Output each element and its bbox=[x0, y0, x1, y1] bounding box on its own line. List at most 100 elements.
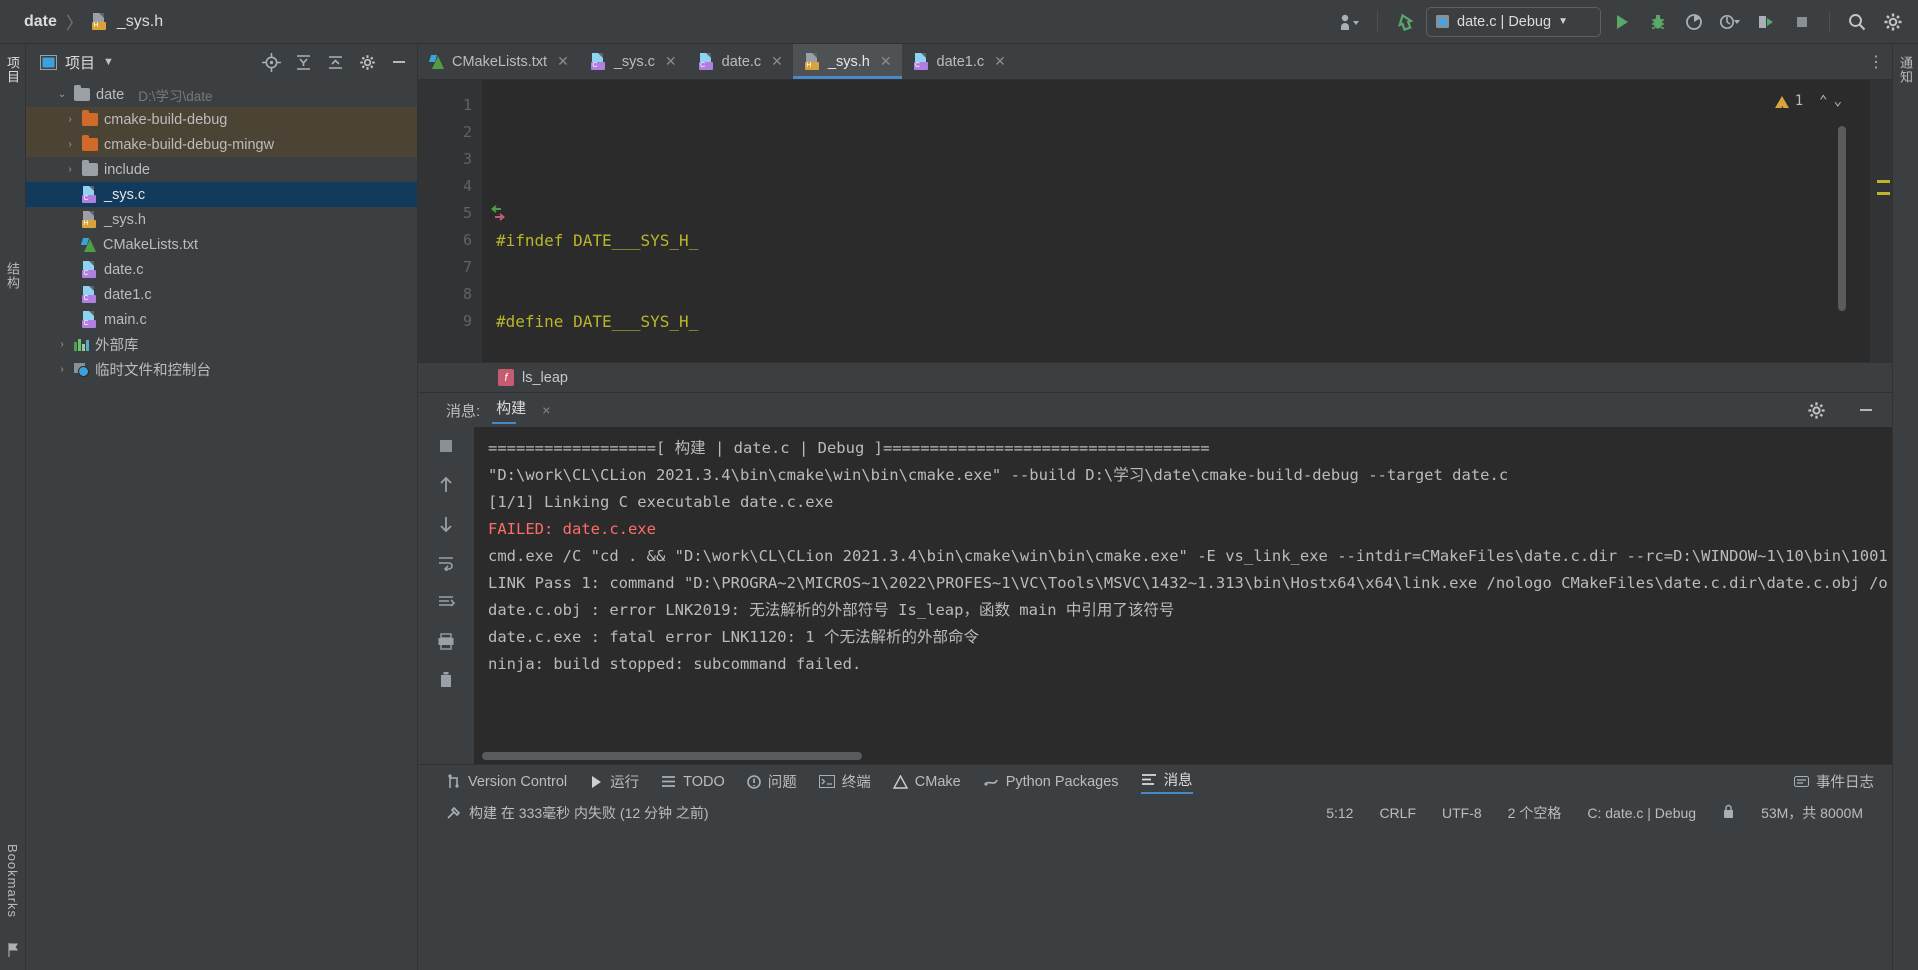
tree-row-cmake-build-debug[interactable]: › cmake-build-debug bbox=[26, 107, 417, 132]
run-icon[interactable] bbox=[1607, 7, 1637, 37]
close-icon[interactable]: ✕ bbox=[771, 53, 783, 70]
attach-process-icon[interactable] bbox=[1751, 7, 1781, 37]
tool-button-python-packages[interactable]: Python Packages bbox=[983, 774, 1119, 790]
tree-row-sys-c[interactable]: C _sys.c bbox=[26, 182, 417, 207]
code-editor[interactable]: 1 2 3 4 5 6 7 8 9 #ifndef DATE___SYS_H_ … bbox=[418, 80, 1892, 362]
caret-position[interactable]: 5:12 bbox=[1313, 805, 1366, 821]
tree-row-date[interactable]: ⌄ date D:\学习\date bbox=[26, 82, 417, 107]
tab-date-c[interactable]: C date.c ✕ bbox=[687, 44, 793, 79]
sidebar-item-project[interactable]: 项目 bbox=[3, 52, 22, 88]
branch-indicator[interactable]: C: date.c | Debug bbox=[1574, 805, 1709, 821]
memory-indicator[interactable]: 53M，共 8000M bbox=[1748, 803, 1876, 823]
tool-button-version-control[interactable]: Version Control bbox=[446, 774, 567, 790]
scroll-to-end-icon[interactable] bbox=[433, 589, 459, 615]
gear-icon[interactable] bbox=[1878, 7, 1908, 37]
expand-all-icon[interactable] bbox=[291, 50, 315, 74]
tree-row-cmake-build-debug-mingw[interactable]: › cmake-build-debug-mingw bbox=[26, 132, 417, 157]
close-icon[interactable]: ✕ bbox=[880, 53, 892, 70]
breadcrumb-project[interactable]: date bbox=[24, 13, 57, 31]
tree-row-external-libraries[interactable]: › 外部库 bbox=[26, 332, 417, 357]
collapse-all-icon[interactable] bbox=[323, 50, 347, 74]
lock-icon[interactable] bbox=[1709, 804, 1748, 822]
trash-icon[interactable] bbox=[433, 667, 459, 693]
tool-button-cmake[interactable]: CMake bbox=[892, 774, 961, 790]
tool-button-terminal[interactable]: 终端 bbox=[818, 771, 871, 792]
tool-button-run[interactable]: 运行 bbox=[589, 771, 639, 792]
marker-warning[interactable] bbox=[1877, 180, 1890, 183]
tool-button-todo[interactable]: TODO bbox=[661, 774, 725, 790]
chevron-down-icon[interactable]: ▼ bbox=[103, 56, 114, 68]
bookmark-flag-icon[interactable] bbox=[6, 942, 20, 962]
close-icon[interactable]: ✕ bbox=[557, 53, 569, 70]
console-horizontal-scrollbar[interactable] bbox=[482, 752, 862, 760]
chevron-right-icon[interactable]: › bbox=[64, 164, 76, 175]
build-status[interactable]: 构建 在 333毫秒 内失败 (12 分钟 之前) bbox=[446, 803, 709, 823]
build-console[interactable]: ==================[ 构建 | date.c | Debug … bbox=[474, 427, 1892, 764]
print-icon[interactable] bbox=[433, 628, 459, 654]
up-arrow-icon[interactable] bbox=[433, 472, 459, 498]
tab-cmakelists-txt[interactable]: CMakeLists.txt ✕ bbox=[418, 44, 579, 79]
prev-problem-icon[interactable]: ⌃ bbox=[1819, 88, 1827, 115]
breadcrumb-file[interactable]: _sys.h bbox=[117, 13, 163, 31]
indent-setting[interactable]: 2 个空格 bbox=[1495, 803, 1575, 823]
sidebar-item-bookmarks[interactable]: Bookmarks bbox=[5, 840, 20, 922]
locate-icon[interactable] bbox=[259, 50, 283, 74]
profile-icon[interactable] bbox=[1715, 7, 1745, 37]
sidebar-item-structure[interactable]: 结构 bbox=[3, 258, 22, 294]
minimize-icon[interactable] bbox=[1854, 398, 1878, 422]
tree-row-include[interactable]: › include bbox=[26, 157, 417, 182]
project-tree[interactable]: ⌄ date D:\学习\date › cmake-build-debug › … bbox=[26, 80, 417, 382]
gear-icon[interactable] bbox=[1804, 398, 1828, 422]
run-configuration-selector[interactable]: date.c | Debug ▼ bbox=[1426, 6, 1601, 37]
close-icon[interactable]: × bbox=[542, 402, 550, 418]
editor-vertical-scrollbar[interactable] bbox=[1838, 126, 1846, 311]
code-text[interactable]: #ifndef DATE___SYS_H_ #define DATE___SYS… bbox=[482, 80, 1870, 362]
debug-icon[interactable] bbox=[1643, 7, 1673, 37]
chevron-down-icon[interactable]: ⌄ bbox=[56, 89, 68, 100]
tab-date1-c[interactable]: C date1.c ✕ bbox=[902, 44, 1016, 79]
chevron-right-icon[interactable]: › bbox=[64, 114, 76, 125]
messages-label: 消息: bbox=[446, 402, 481, 420]
tree-row-scratches[interactable]: › 临时文件和控制台 bbox=[26, 357, 417, 382]
tab-build[interactable]: 构建 bbox=[492, 397, 526, 424]
user-avatar-icon[interactable] bbox=[1335, 7, 1365, 37]
tab-sys-c[interactable]: C _sys.c ✕ bbox=[579, 44, 687, 79]
tool-button-messages[interactable]: 消息 bbox=[1140, 769, 1193, 794]
coverage-icon[interactable] bbox=[1679, 7, 1709, 37]
update-arrow-icon[interactable] bbox=[1390, 7, 1420, 37]
chevron-right-icon[interactable]: › bbox=[56, 364, 68, 375]
tool-button-event-log[interactable]: 事件日志 bbox=[1794, 771, 1874, 792]
tree-row-date-c[interactable]: C date.c bbox=[26, 257, 417, 282]
editor-marker-strip[interactable] bbox=[1870, 80, 1892, 362]
tree-row-cmakelists[interactable]: CMakeLists.txt bbox=[26, 232, 417, 257]
search-icon[interactable] bbox=[1842, 7, 1872, 37]
tool-button-label: 问题 bbox=[767, 775, 797, 791]
line-separator[interactable]: CRLF bbox=[1366, 805, 1429, 821]
tool-button-problems[interactable]: 问题 bbox=[746, 771, 797, 792]
editor-gutter[interactable]: 1 2 3 4 5 6 7 8 9 bbox=[418, 80, 505, 362]
tree-row-main-c[interactable]: C main.c bbox=[26, 307, 417, 332]
hide-panel-icon[interactable] bbox=[387, 50, 411, 74]
editor-breadcrumb[interactable]: f ls_leap bbox=[418, 362, 1892, 392]
down-arrow-icon[interactable] bbox=[433, 511, 459, 537]
tree-row-date1-c[interactable]: C date1.c bbox=[26, 282, 417, 307]
close-icon[interactable]: ✕ bbox=[994, 53, 1006, 70]
marker-warning[interactable] bbox=[1877, 192, 1890, 195]
tab-sys-h[interactable]: H _sys.h ✕ bbox=[792, 44, 902, 79]
inspection-summary[interactable]: 1 ⌃ ⌄ bbox=[1774, 88, 1842, 125]
tabs-overflow[interactable]: ⋮ bbox=[1860, 44, 1892, 79]
file-encoding[interactable]: UTF-8 bbox=[1429, 805, 1495, 821]
tree-row-sys-h[interactable]: H _sys.h bbox=[26, 207, 417, 232]
more-vertical-icon[interactable]: ⋮ bbox=[1868, 52, 1884, 72]
breadcrumb-function-label[interactable]: ls_leap bbox=[522, 370, 568, 386]
gear-icon[interactable] bbox=[355, 50, 379, 74]
soft-wrap-icon[interactable] bbox=[433, 550, 459, 576]
next-problem-icon[interactable]: ⌄ bbox=[1834, 88, 1842, 115]
chevron-right-icon[interactable]: › bbox=[64, 139, 76, 150]
stop-icon[interactable] bbox=[1787, 7, 1817, 37]
tab-label: _sys.h bbox=[827, 53, 870, 70]
chevron-right-icon[interactable]: › bbox=[56, 339, 68, 350]
sidebar-item-notifications[interactable]: 通知 bbox=[1896, 52, 1915, 88]
close-icon[interactable]: ✕ bbox=[665, 53, 677, 70]
stop-icon[interactable] bbox=[433, 433, 459, 459]
